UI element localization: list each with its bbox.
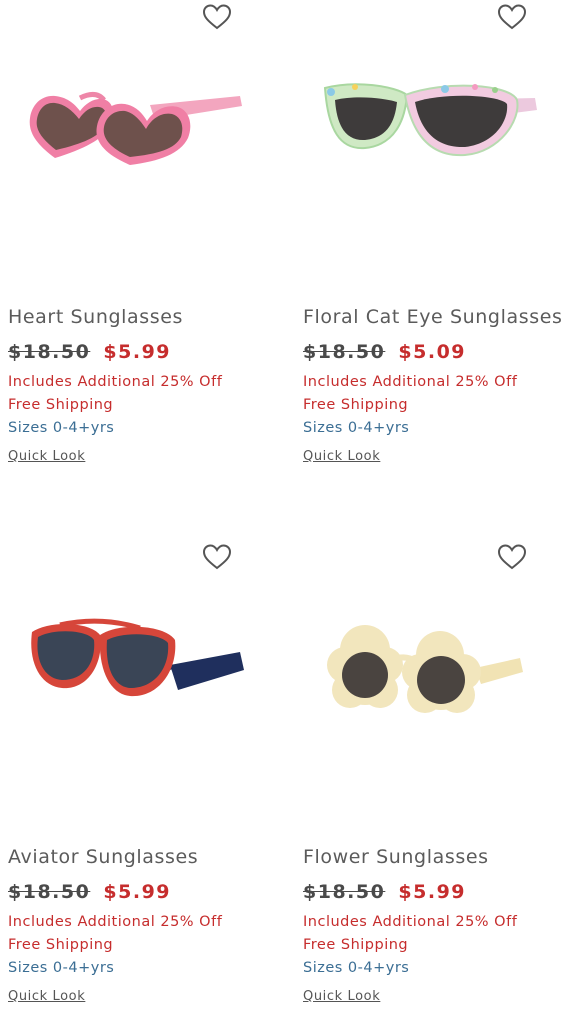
price-row: $18.50 $5.99 [8,875,270,909]
quick-look-link[interactable]: Quick Look [303,449,380,464]
quick-look-link[interactable]: Quick Look [8,989,85,1004]
sizes-text: Sizes 0-4+yrs [8,420,115,436]
heart-sunglasses-image[interactable] [0,40,281,265]
favorite-heart-icon[interactable] [202,4,232,30]
sizes-text: Sizes 0-4+yrs [8,960,115,976]
product-info: Floral Cat Eye Sunglasses $18.50 $5.09 I… [303,302,563,464]
sale-price: $5.09 [398,341,467,363]
product-info: Heart Sunglasses $18.50 $5.99 Includes A… [8,302,270,464]
product-name[interactable]: Flower Sunglasses [303,842,563,873]
shipping-text: Free Shipping [303,397,409,413]
flower-sunglasses-image[interactable] [295,580,563,805]
original-price: $18.50 [303,881,386,903]
original-price: $18.50 [303,341,386,363]
quick-look-link[interactable]: Quick Look [8,449,85,464]
price-row: $18.50 $5.99 [8,335,270,369]
shipping-text: Free Shipping [8,937,114,953]
favorite-heart-icon[interactable] [202,544,232,570]
sizes-text: Sizes 0-4+yrs [303,960,410,976]
product-name[interactable]: Floral Cat Eye Sunglasses [303,302,563,333]
sizes-text: Sizes 0-4+yrs [303,420,410,436]
aviator-sunglasses-image[interactable] [0,580,281,805]
original-price: $18.50 [8,341,91,363]
price-row: $18.50 $5.99 [303,875,563,909]
promo-text: Includes Additional 25% Off [303,374,518,390]
shipping-text: Free Shipping [8,397,114,413]
product-name[interactable]: Aviator Sunglasses [8,842,270,873]
sale-price: $5.99 [103,341,172,363]
promo-text: Includes Additional 25% Off [303,914,518,930]
sale-price: $5.99 [398,881,467,903]
product-name[interactable]: Heart Sunglasses [8,302,270,333]
original-price: $18.50 [8,881,91,903]
shipping-text: Free Shipping [303,937,409,953]
price-row: $18.50 $5.09 [303,335,563,369]
sale-price: $5.99 [103,881,172,903]
product-info: Aviator Sunglasses $18.50 $5.99 Includes… [8,842,270,1004]
product-grid: Heart Sunglasses $18.50 $5.99 Includes A… [0,0,563,1024]
favorite-heart-icon[interactable] [497,4,527,30]
promo-text: Includes Additional 25% Off [8,914,223,930]
promo-text: Includes Additional 25% Off [8,374,223,390]
product-info: Flower Sunglasses $18.50 $5.99 Includes … [303,842,563,1004]
quick-look-link[interactable]: Quick Look [303,989,380,1004]
favorite-heart-icon[interactable] [497,544,527,570]
floral-cat-eye-sunglasses-image[interactable] [295,40,563,265]
